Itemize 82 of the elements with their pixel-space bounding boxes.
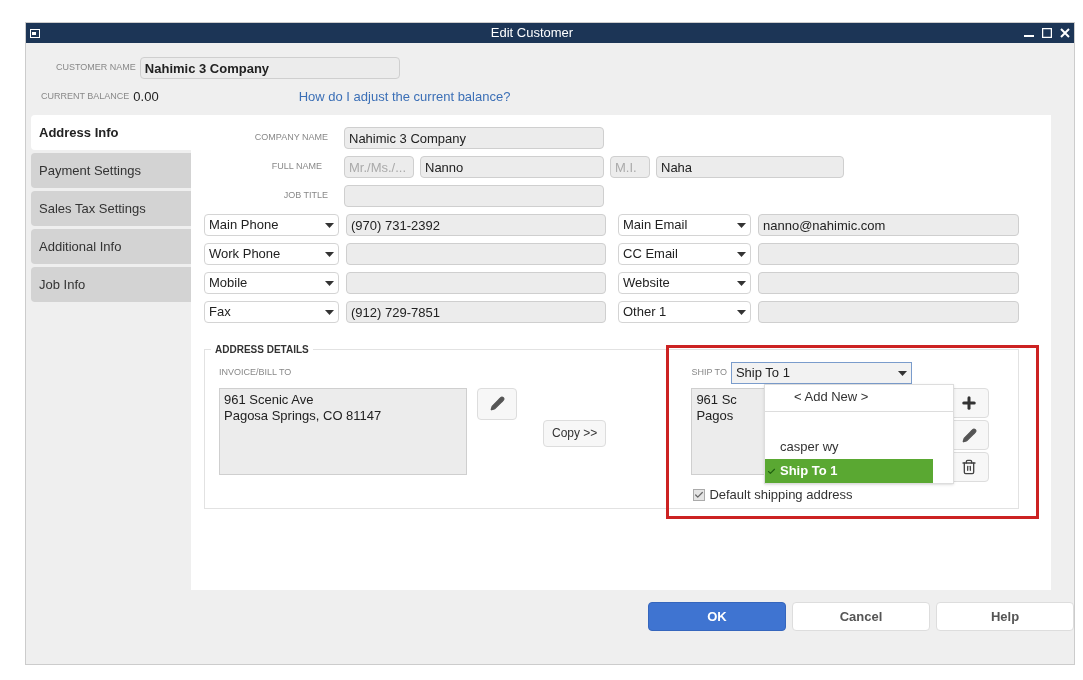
checkbox-label: Default shipping address xyxy=(709,486,853,504)
copy-button[interactable]: Copy >> xyxy=(543,419,607,447)
field-label: CURRENT BALANCE xyxy=(41,90,130,104)
field-type-dropdown[interactable]: Other 1 xyxy=(618,301,751,323)
option-label: Ship To 1 xyxy=(780,462,838,481)
input-field[interactable]: Nahimic 3 Company xyxy=(344,127,604,149)
dropdown-arrow-icon xyxy=(897,370,907,376)
input-field[interactable]: Mr./Ms./... xyxy=(344,156,414,178)
dropdown-value: CC Email xyxy=(623,245,678,264)
field-label: COMPANY NAME xyxy=(253,131,329,145)
input-field[interactable] xyxy=(758,243,1019,265)
field-type-dropdown[interactable]: Main Email xyxy=(618,214,751,236)
field-type-dropdown[interactable]: CC Email xyxy=(618,243,751,265)
dropdown-value: Work Phone xyxy=(209,245,281,264)
window-title: Edit Customer xyxy=(489,24,575,43)
input-field[interactable]: (970) 731-2392 xyxy=(346,214,606,236)
dropdown-arrow-icon xyxy=(325,251,334,257)
sidebar-tab[interactable]: Sales Tax Settings xyxy=(31,191,191,226)
field-label: SHIP TO xyxy=(691,366,727,380)
help-link[interactable]: How do I adjust the current balance? xyxy=(298,87,511,107)
dropdown-arrow-icon xyxy=(325,309,334,315)
option-label: < Add New > xyxy=(794,388,869,407)
dialog-button[interactable]: Cancel xyxy=(792,602,930,631)
input-field[interactable]: Nanno xyxy=(420,156,604,178)
check-icon xyxy=(694,489,705,500)
address-line: Pagos xyxy=(696,408,734,424)
edit-button[interactable] xyxy=(477,387,517,420)
plus-icon xyxy=(960,394,979,412)
address-line: 961 Sc xyxy=(696,392,737,408)
input-field[interactable] xyxy=(344,185,604,207)
input-field[interactable] xyxy=(346,243,606,265)
dialog-button[interactable]: Help xyxy=(936,602,1074,631)
balance-value: 0.00 xyxy=(133,88,159,107)
dialog-button[interactable]: OK xyxy=(648,602,786,631)
dropdown-arrow-icon xyxy=(737,222,746,228)
dropdown-arrow-icon xyxy=(737,251,746,257)
address-line: 961 Scenic Ave xyxy=(224,391,315,408)
sidebar-tab[interactable]: Job Info xyxy=(31,267,191,302)
sidebar-tab[interactable]: Address Info xyxy=(31,115,191,150)
close-icon[interactable] xyxy=(1060,28,1070,38)
input-field[interactable] xyxy=(758,272,1019,294)
input-field[interactable] xyxy=(758,301,1019,323)
field-type-dropdown[interactable]: Main Phone xyxy=(204,214,339,236)
sidebar-tab[interactable]: Payment Settings xyxy=(31,153,191,188)
field-type-dropdown[interactable]: Fax xyxy=(204,301,339,323)
dropdown-value: Website xyxy=(623,274,670,293)
dropdown-arrow-icon xyxy=(325,222,334,228)
input-field[interactable]: M.I. xyxy=(610,156,650,178)
input-field[interactable]: Naha xyxy=(656,156,844,178)
dropdown-arrow-icon xyxy=(737,309,746,315)
ship-to-dropdown[interactable]: Ship To 1 xyxy=(730,362,912,384)
field-type-dropdown[interactable]: Work Phone xyxy=(204,243,339,265)
pencil-icon xyxy=(961,427,977,443)
window-icon xyxy=(30,28,40,38)
dropdown-value: Ship To 1 xyxy=(735,364,790,383)
dropdown-value: Main Phone xyxy=(209,216,279,235)
input-field[interactable]: nanno@nahimic.com xyxy=(758,214,1019,236)
input-field[interactable]: (912) 729-7851 xyxy=(346,301,606,323)
trash-icon xyxy=(961,459,978,475)
address-line: Pagosa Springs, CO 81147 xyxy=(224,407,383,424)
dropdown-value: Fax xyxy=(209,303,231,322)
dropdown-arrow-icon xyxy=(325,280,334,286)
dropdown-arrow-icon xyxy=(737,280,746,286)
dropdown-value: Main Email xyxy=(623,216,688,235)
dropdown-value: Mobile xyxy=(209,274,248,293)
check-icon xyxy=(767,466,776,476)
dropdown-option[interactable]: < Add New > xyxy=(765,385,933,409)
field-type-dropdown[interactable]: Website xyxy=(618,272,751,294)
input-field[interactable] xyxy=(346,272,606,294)
maximize-icon[interactable] xyxy=(1042,28,1052,38)
default-shipping-checkbox[interactable] xyxy=(693,488,706,501)
sidebar-tab[interactable]: Additional Info xyxy=(31,229,191,264)
option-label: casper wy xyxy=(780,438,839,457)
field-label: CUSTOMER NAME xyxy=(56,61,136,75)
dropdown-value: Other 1 xyxy=(623,303,667,322)
field-label: FULL NAME xyxy=(270,160,323,174)
field-label: INVOICE/BILL TO xyxy=(219,366,293,379)
field-type-dropdown[interactable]: Mobile xyxy=(204,272,339,294)
field-label: JOB TITLE xyxy=(282,189,329,203)
pencil-icon xyxy=(489,396,505,411)
bill-to-address-box[interactable]: 961 Scenic Ave Pagosa Springs, CO 81147 xyxy=(219,387,467,475)
customer-name-field[interactable]: Nahimic 3 Company xyxy=(139,57,400,79)
